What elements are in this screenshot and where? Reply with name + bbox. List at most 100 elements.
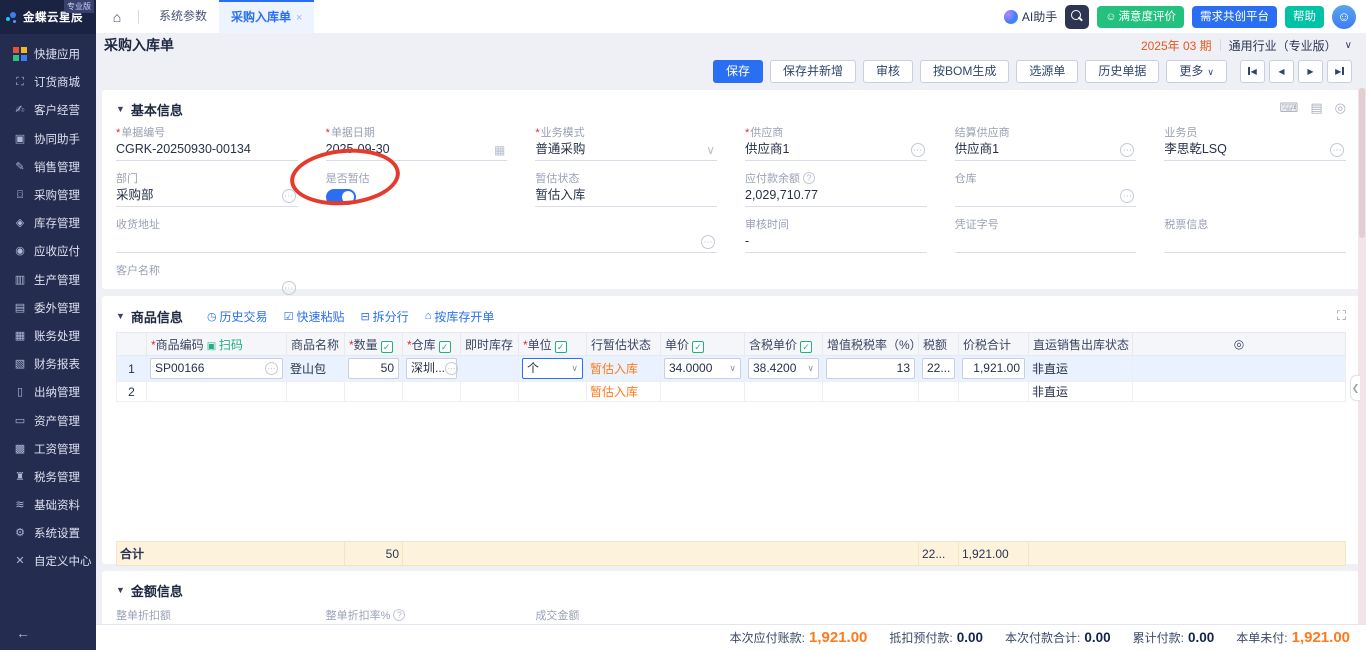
sidebar-item-collab[interactable]: ▣协同助手 [0, 125, 96, 153]
col-total[interactable]: 价税合计 [959, 333, 1029, 356]
col-direct-ship[interactable]: 直运销售出库状态 [1029, 333, 1133, 356]
generate-by-bom-button[interactable]: 按BOM生成 [920, 60, 1009, 83]
table-row[interactable]: 2 暂估入库 非直运 [117, 382, 1346, 402]
lookup-icon[interactable] [265, 362, 278, 375]
sidebar-item-fin-report[interactable]: ▧财务报表 [0, 350, 96, 378]
keyboard-icon[interactable]: ⌨ [1280, 100, 1299, 116]
scrollbar-thumb[interactable] [1359, 88, 1365, 238]
settle-supplier-field[interactable]: 结算供应商 供应商1 [955, 124, 1137, 161]
col-tax-price[interactable]: 含税单价 [745, 333, 823, 356]
cell-warehouse[interactable]: 深圳... [403, 356, 461, 382]
sidebar-item-settings[interactable]: ⚙系统设置 [0, 519, 96, 547]
help-icon[interactable] [393, 609, 405, 621]
scan-icon[interactable]: 扫码 [207, 338, 243, 352]
lookup-icon[interactable] [911, 143, 925, 157]
batch-fill-icon[interactable] [800, 341, 812, 353]
supplier-field[interactable]: 供应商 供应商1 [745, 124, 927, 161]
cell-unit[interactable]: 个∨ [519, 356, 587, 382]
sidebar-item-inventory[interactable]: ◈库存管理 [0, 209, 96, 237]
panel-collapse-handle[interactable]: ❮ [1350, 375, 1360, 401]
lookup-icon[interactable] [282, 189, 296, 203]
help-badge[interactable]: 帮助 [1285, 6, 1324, 28]
warehouse-field[interactable]: 仓库 [955, 170, 1137, 207]
close-icon[interactable]: × [296, 12, 302, 24]
sidebar-item-purchase[interactable]: ⌼采购管理 [0, 181, 96, 209]
address-field[interactable]: 收货地址 [116, 216, 717, 253]
table-row[interactable]: 1 SP00166 登山包 50 深圳... 个∨ 暂估入库 34.0000∨ … [117, 356, 1346, 382]
product-info-header[interactable]: ▼商品信息 [116, 305, 183, 327]
bill-date-field[interactable]: 单据日期 2025-09-30 ▦ [326, 124, 508, 161]
salesman-field[interactable]: 业务员 李思乾LSQ [1164, 124, 1346, 161]
cell-tax-price[interactable] [745, 382, 823, 402]
chevron-down-icon[interactable]: ∨ [807, 359, 814, 378]
cell-vat-rate[interactable] [823, 382, 919, 402]
cell-tax[interactable]: 22... [919, 356, 959, 382]
sidebar-item-outsourcing[interactable]: ▤委外管理 [0, 294, 96, 322]
lookup-icon[interactable] [1330, 143, 1344, 157]
next-record-button[interactable]: ▶ [1298, 60, 1323, 83]
sidebar-item-quick-apps[interactable]: ■快捷应用 [0, 40, 96, 68]
batch-fill-icon[interactable] [555, 341, 567, 353]
cell-price[interactable] [661, 382, 745, 402]
col-est-status[interactable]: 行暂估状态 [587, 333, 661, 356]
bill-no-field[interactable]: 单据编号 CGRK-20250930-00134 [116, 124, 298, 161]
split-row-link[interactable]: ⊟拆分行 [360, 308, 408, 325]
more-button[interactable]: 更多∨ [1166, 60, 1227, 83]
user-avatar[interactable]: ☺ [1332, 5, 1356, 29]
create-by-stock-link[interactable]: ⌂按库存开单 [425, 308, 495, 325]
voucher-no-field[interactable]: 凭证字号 [955, 216, 1137, 253]
lookup-icon[interactable] [445, 362, 458, 375]
first-record-button[interactable]: ◀ [1240, 60, 1265, 83]
cell-product-name[interactable] [287, 382, 345, 402]
edition-selector[interactable]: 通用行业（专业版） [1229, 37, 1337, 54]
sidebar-item-assets[interactable]: ▭资产管理 [0, 406, 96, 434]
chevron-down-icon[interactable]: ∨ [1345, 40, 1352, 51]
col-tax[interactable]: 税额 [919, 333, 959, 356]
calendar-icon[interactable]: ▦ [494, 144, 505, 156]
col-vat-rate[interactable]: 增值税税率（%） [823, 333, 919, 356]
history-trade-link[interactable]: ◷历史交易 [207, 308, 268, 325]
cell-product-code[interactable] [147, 382, 287, 402]
biz-mode-field[interactable]: 业务模式 普通采购 ∨ [535, 124, 717, 161]
sidebar-item-custom-center[interactable]: ✕自定义中心 [0, 547, 96, 575]
cell-qty[interactable]: 50 [345, 356, 403, 382]
cocreate-badge[interactable]: 需求共创平台 [1192, 6, 1277, 28]
sidebar-item-cashier[interactable]: ▯出纳管理 [0, 378, 96, 406]
fullscreen-icon[interactable]: ⛶ [1337, 308, 1346, 324]
tax-invoice-field[interactable]: 税票信息 [1164, 216, 1346, 253]
discount-rate-field[interactable]: 整单折扣率% [326, 607, 508, 622]
chevron-down-icon[interactable]: ∨ [571, 359, 578, 378]
satisfaction-badge[interactable]: ☺满意度评价 [1097, 6, 1184, 28]
lookup-icon[interactable] [701, 235, 715, 249]
search-icon[interactable] [1065, 5, 1089, 29]
cell-total[interactable] [959, 382, 1029, 402]
col-warehouse[interactable]: 仓库 [403, 333, 461, 356]
vertical-scrollbar[interactable] [1358, 88, 1366, 624]
col-stock[interactable]: 即时库存 [461, 333, 519, 356]
batch-fill-icon[interactable] [381, 341, 393, 353]
cell-unit[interactable] [519, 382, 587, 402]
sidebar-item-accounting[interactable]: ▦账务处理 [0, 322, 96, 350]
sidebar-item-base-data[interactable]: ≋基础资料 [0, 491, 96, 519]
batch-fill-icon[interactable] [692, 341, 704, 353]
cell-qty[interactable] [345, 382, 403, 402]
amount-info-header[interactable]: ▼金额信息 [116, 579, 1346, 601]
cell-tax-price[interactable]: 38.4200∨ [745, 356, 823, 382]
lookup-icon[interactable] [282, 281, 296, 295]
home-icon[interactable]: ⌂ [104, 6, 130, 28]
audit-button[interactable]: 审核 [863, 60, 913, 83]
quick-paste-link[interactable]: ☑快速粘贴 [284, 308, 345, 325]
cell-warehouse[interactable] [403, 382, 461, 402]
tab-purchase-inbound[interactable]: 采购入库单× [219, 0, 314, 33]
select-source-button[interactable]: 选源单 [1016, 60, 1078, 83]
cell-price[interactable]: 34.0000∨ [661, 356, 745, 382]
sidebar-item-ar-ap[interactable]: ◉应收应付 [0, 237, 96, 265]
col-price[interactable]: 单价 [661, 333, 745, 356]
help-icon[interactable] [803, 172, 815, 184]
col-qty[interactable]: 数量 [345, 333, 403, 356]
sidebar-item-order-mall[interactable]: ⛶订货商城 [0, 68, 96, 96]
sidebar-item-customer[interactable]: ✍客户经营 [0, 96, 96, 124]
save-and-new-button[interactable]: 保存并新增 [770, 60, 856, 83]
chevron-down-icon[interactable]: ∨ [729, 359, 736, 378]
discount-amount-field[interactable]: 整单折扣额 [116, 607, 298, 622]
